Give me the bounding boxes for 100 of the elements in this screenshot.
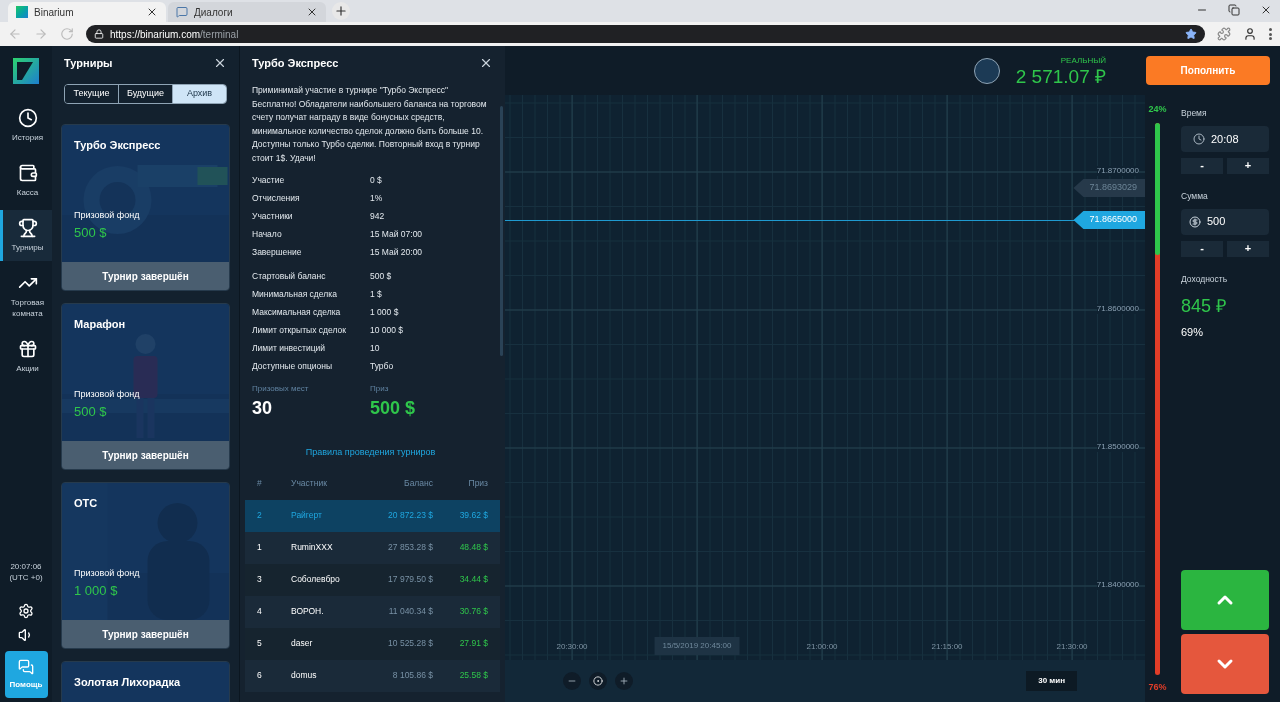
gift-icon	[17, 339, 38, 359]
close-icon[interactable]	[479, 56, 493, 70]
filter-tab[interactable]: Архив	[172, 85, 226, 103]
nav-item[interactable]: История	[0, 100, 52, 151]
close-icon[interactable]	[1260, 4, 1272, 16]
info-label: Максимальная сделка	[252, 305, 342, 319]
avatar[interactable]	[973, 57, 1000, 84]
rules-link[interactable]: Правила проведения турниров	[305, 446, 436, 460]
time-axis-label: 21:00:00	[806, 641, 838, 653]
price-axis-label: 71.8500000	[1096, 442, 1139, 452]
price-chart[interactable]: 71.8700000 71.8600000 71.8500000 71.8400000 71.8693029 71.8665000 20:30:00 15/5/2019 20:45:00 21:00:00 21:15:00 21:30:00	[505, 95, 1145, 660]
tournament-description: Приминимай участие в турнире "Турбо Экспресс" Бесплатно! Обладатели наибольшего баланса на торговом счету получат награду в виде бонусных средств, минимальное количество сделок должно быть больше 10. Доступны только Турбо сделки. Повторный вход в турнир стоит 1$. Удачи!	[252, 84, 488, 165]
name-cell-text: daser	[291, 637, 314, 650]
tournament-card[interactable]: OTC Призовой фонд 1 000 $ Турнир завершён	[61, 482, 230, 649]
up-percent: 24%	[1148, 103, 1167, 116]
name-cell-text: domus	[291, 669, 318, 682]
balance-cell-text: 8 105.86 $	[391, 669, 433, 682]
fund-amount: 500 $	[74, 402, 108, 421]
increase-button[interactable]: +	[1227, 157, 1269, 174]
timezone: (UTC +0)	[9, 572, 43, 583]
menu-icon[interactable]	[1269, 28, 1272, 40]
wallet-icon	[17, 163, 38, 183]
address-field[interactable]: https://binarium.com/terminal	[86, 25, 1205, 43]
payout-amount: 845 ₽	[1181, 295, 1228, 319]
balance-cell-text: 11 040.34 $	[387, 605, 433, 618]
tournament-title: Турбо Экспресс	[74, 138, 162, 153]
status-bar: Турнир завершён	[62, 262, 229, 290]
info-value: Турбо	[370, 359, 394, 373]
zoom-out-icon[interactable]	[563, 672, 581, 690]
time-axis-label: 21:15:00	[931, 641, 963, 653]
prize-places-value: 30	[252, 397, 274, 420]
price-tag: 71.8665000	[1073, 211, 1145, 229]
extension-icon[interactable]	[1217, 27, 1231, 41]
reset-zoom-icon[interactable]	[589, 672, 607, 690]
prize-places-label: Призовых мест	[252, 383, 310, 395]
coin-icon	[1189, 215, 1201, 228]
name-cell-text: Райгерт	[291, 509, 323, 522]
fund-label: Призовой фонд	[74, 567, 141, 580]
place-cell-text: 4	[257, 605, 263, 618]
settings-icon[interactable]	[18, 603, 34, 619]
tab-title: Binarium	[34, 5, 75, 20]
browser-tab[interactable]: Диалоги	[168, 2, 326, 22]
name-cell-text: ВОРОН.	[291, 605, 325, 618]
balance-cell-text: 17 979.50 $	[387, 573, 433, 586]
place-cell-text: 1	[257, 541, 263, 554]
zoom-in-icon[interactable]	[615, 672, 633, 690]
profile-icon[interactable]	[1243, 27, 1257, 41]
nav-item[interactable]: Торговая комната	[0, 265, 52, 327]
close-icon[interactable]	[146, 6, 158, 18]
time-field[interactable]: 20:08	[1181, 125, 1269, 152]
clock-icon	[17, 108, 38, 128]
new-tab-icon[interactable]	[332, 2, 350, 20]
tournament-card[interactable]: Турбо Экспресс Призовой фонд 500 $ Турнир завершён	[61, 124, 230, 291]
leaderboard-row[interactable]: 1 RuminXXX 27 853.28 $ 48.48 $	[245, 531, 500, 564]
info-label: Завершение	[252, 245, 303, 259]
period-button[interactable]: 30 мин	[1026, 671, 1077, 691]
leaderboard-row[interactable]: 6 domus 8 105.86 $ 25.58 $	[245, 659, 500, 692]
decrease-button[interactable]: -	[1181, 157, 1223, 174]
info-value: 1 $	[370, 287, 382, 301]
prize-cell-text: 34.44 $	[458, 573, 488, 586]
info-value: 15 Май 07:00	[370, 227, 423, 241]
tournament-title: OTC	[74, 496, 99, 511]
amount-field[interactable]: 500	[1181, 208, 1269, 235]
leaderboard-row[interactable]: 2 Райгерт 20 872.23 $ 39.62 $	[245, 499, 500, 532]
prize-cell-text: 48.48 $	[458, 541, 488, 554]
nav-item[interactable]: Акции	[0, 331, 52, 382]
prize-cell-text: 27.91 $	[458, 637, 488, 650]
decrease-button[interactable]: -	[1181, 240, 1223, 257]
logo-icon[interactable]	[13, 58, 39, 84]
price-axis-label: 71.8600000	[1096, 304, 1139, 314]
tournament-card[interactable]: Марафон Призовой фонд 500 $ Турнир завершён	[61, 303, 230, 470]
scrollbar[interactable]	[500, 106, 503, 356]
prize-cell-text: 39.62 $	[458, 509, 488, 522]
close-icon[interactable]	[306, 6, 318, 18]
leaderboard-row[interactable]: 4 ВОРОН. 11 040.34 $ 30.76 $	[245, 595, 500, 628]
bookmark-star-icon[interactable]	[1185, 28, 1197, 40]
increase-button[interactable]: +	[1227, 240, 1269, 257]
browser-tab[interactable]: Binarium	[8, 2, 166, 22]
info-value: 500 $	[370, 269, 392, 283]
nav-item[interactable]: Турниры	[0, 210, 52, 261]
info-value: 15 Май 20:00	[370, 245, 423, 259]
close-icon[interactable]	[213, 56, 227, 70]
clock-time: 20:07:06	[9, 561, 43, 572]
status-bar: Турнир завершён	[62, 620, 229, 648]
tournament-card[interactable]: Золотая Лихорадка	[61, 661, 230, 702]
place-cell-text: 5	[257, 637, 263, 650]
restore-icon[interactable]	[1228, 4, 1240, 16]
name-cell-text: Соболевбро	[291, 573, 341, 586]
down-percent: 76%	[1148, 680, 1167, 694]
nav-item[interactable]: Касса	[0, 155, 52, 206]
balance-cell-text: 10 525.28 $	[387, 637, 433, 650]
account-balance: 2 571.07 ₽	[1015, 66, 1106, 87]
status-bar: Турнир завершён	[62, 441, 229, 469]
place-cell-text: 3	[257, 573, 263, 586]
info-label: Доступные опционы	[252, 359, 334, 373]
fund-amount: 500 $	[74, 223, 108, 242]
info-label: Лимит инвестиций	[252, 341, 327, 355]
chat-icon	[176, 6, 188, 18]
info-label: Стартовый баланс	[252, 269, 327, 283]
prize-cell-text: 25.58 $	[458, 669, 488, 682]
